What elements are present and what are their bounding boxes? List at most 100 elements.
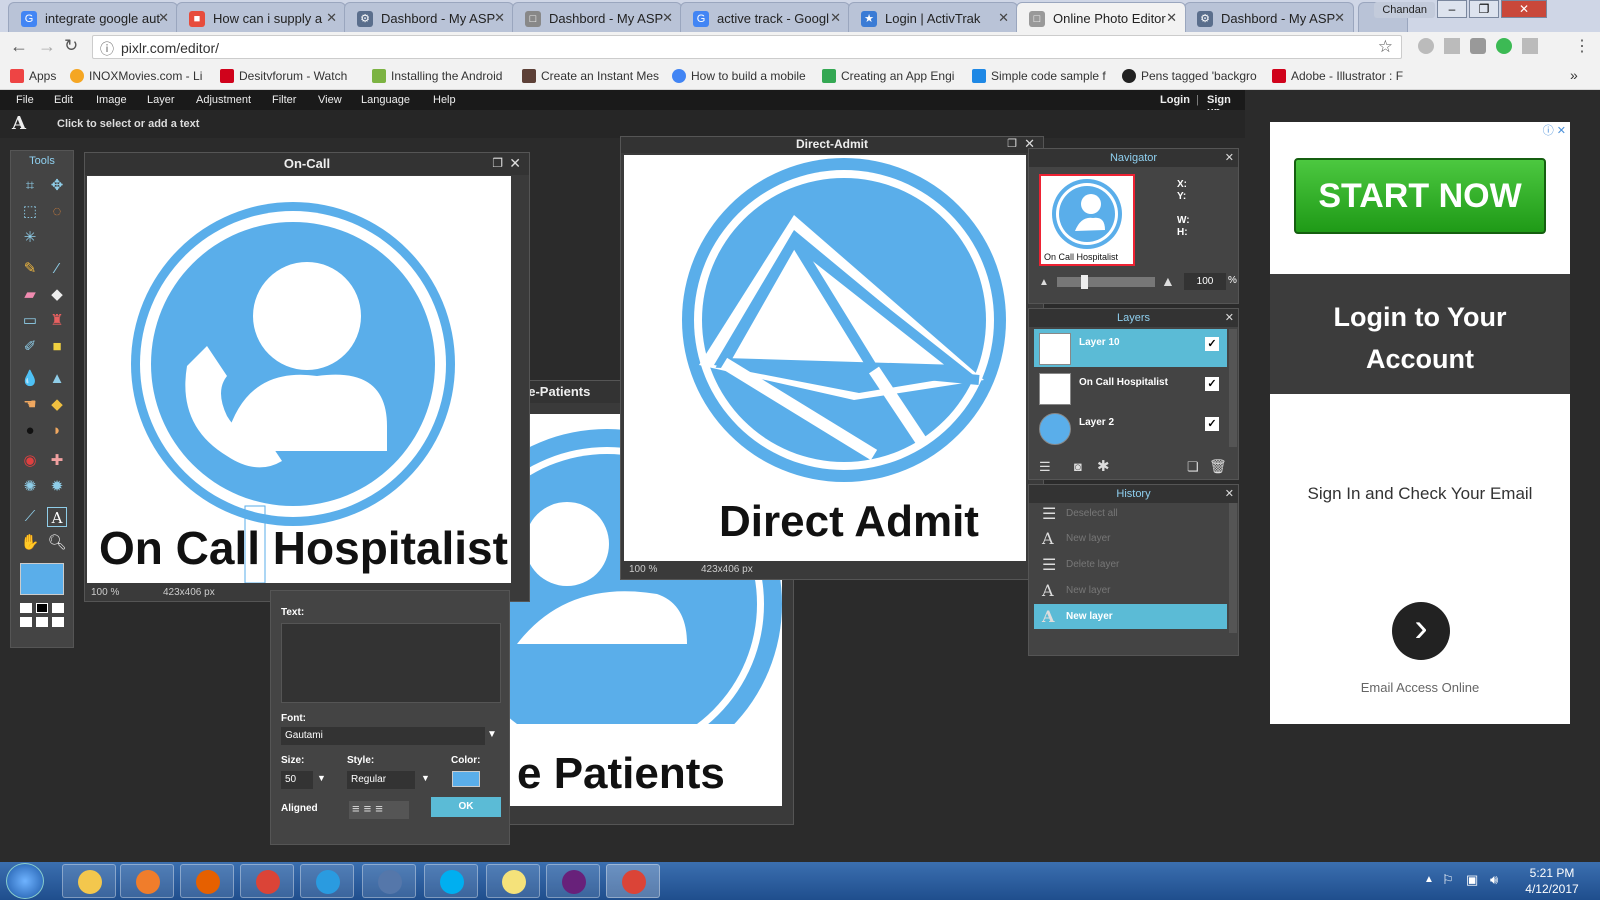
restore-icon[interactable]: ❐ <box>1007 137 1017 150</box>
layer-styles-icon[interactable]: ✱ <box>1097 457 1110 475</box>
drawing-icon[interactable]: ■ <box>47 337 67 357</box>
history-scrollbar[interactable] <box>1229 503 1237 633</box>
show-hidden-icons-icon[interactable]: ▲ <box>1424 874 1434 885</box>
zoom-input[interactable]: 100 <box>1184 273 1226 290</box>
close-icon[interactable]: ✕ <box>158 10 169 26</box>
zoom-readout[interactable]: 100 % <box>91 587 119 598</box>
close-icon[interactable]: ✕ <box>1225 149 1234 167</box>
zoom-out-icon[interactable]: ▲ <box>1039 277 1049 288</box>
more-bookmarks-icon[interactable]: » <box>1570 67 1578 83</box>
sharpen-icon[interactable]: ▲ <box>47 369 67 389</box>
new-layer-icon[interactable]: ❏ <box>1187 459 1199 475</box>
text-input[interactable] <box>281 623 501 703</box>
size-input[interactable]: 50 <box>281 771 313 789</box>
close-window-icon[interactable]: ✕ <box>1501 0 1547 18</box>
menu-language[interactable]: Language <box>361 94 410 106</box>
swap-colors-icon[interactable] <box>36 603 48 613</box>
browser-tab[interactable]: □ Dashbord - My ASP ✕ <box>512 2 682 32</box>
login-link[interactable]: Login <box>1160 94 1190 106</box>
action-center-icon[interactable]: ⚐ <box>1442 872 1454 888</box>
browser-tab[interactable]: ⚙ Dashbord - My ASP ✕ <box>344 2 514 32</box>
browser-tab[interactable]: ■ How can i supply a ✕ <box>176 2 346 32</box>
gradient-icon[interactable]: ▭ <box>20 311 40 331</box>
start-button[interactable] <box>6 863 44 899</box>
bookmark[interactable]: Creating an App Engi <box>822 69 954 83</box>
smudge-icon[interactable]: ☚ <box>20 395 40 415</box>
bookmark[interactable]: How to build a mobile <box>672 69 806 83</box>
align-right-icon[interactable]: ≡ <box>375 801 387 816</box>
minimize-icon[interactable]: – <box>1437 0 1467 18</box>
extension-globe-icon[interactable] <box>1418 38 1434 54</box>
close-icon[interactable]: ✕ <box>1225 309 1234 327</box>
extension-hangouts-icon[interactable] <box>1496 38 1512 54</box>
stamp-icon[interactable]: ♜ <box>47 311 67 331</box>
canvas-direct-admit[interactable]: Direct Admit <box>624 155 1026 561</box>
sponge-icon[interactable]: ◆ <box>47 395 67 415</box>
forward-icon[interactable]: → <box>38 36 56 57</box>
taskbar-icon-skype[interactable] <box>424 864 478 898</box>
profile-button[interactable]: Chandan <box>1374 2 1435 18</box>
hand-icon[interactable]: ✋ <box>20 533 40 553</box>
text-color-swatch[interactable] <box>452 771 480 787</box>
bookmark[interactable]: Simple code sample f <box>972 69 1106 83</box>
browser-tab[interactable]: Gactive track - Googl ✕ <box>680 2 850 32</box>
ok-button[interactable]: OK <box>431 797 501 817</box>
history-item[interactable]: ☰ Deselect all <box>1034 501 1227 526</box>
network-icon[interactable]: ▣ <box>1466 872 1478 888</box>
menu-help[interactable]: Help <box>433 94 456 106</box>
bookmark[interactable]: Pens tagged 'backgro <box>1122 69 1257 83</box>
bookmark[interactable]: Installing the Android <box>372 69 502 83</box>
taskbar-icon-media-player[interactable] <box>120 864 174 898</box>
browser-tab[interactable]: ⚙ Dashbord - My ASP ✕ <box>1184 2 1354 32</box>
menu-filter[interactable]: Filter <box>272 94 296 106</box>
close-icon[interactable]: ✕ <box>1166 10 1177 26</box>
zoom-readout[interactable]: 100 % <box>629 564 657 575</box>
close-icon[interactable]: ✕ <box>509 155 521 172</box>
marquee-icon[interactable]: ⬚ <box>20 202 40 222</box>
dodge-icon[interactable]: ◗ <box>47 421 67 441</box>
bloat-icon[interactable]: ✺ <box>20 477 40 497</box>
history-item[interactable]: A New layer <box>1034 526 1227 551</box>
delete-layer-icon[interactable]: 🗑︎ <box>1209 458 1227 475</box>
menu-icon[interactable]: ⋮ <box>1574 36 1590 56</box>
extension-g-icon[interactable] <box>1444 38 1460 54</box>
pencil-icon[interactable]: ✎ <box>20 259 40 279</box>
extension-camera-icon[interactable] <box>1470 38 1486 54</box>
move-icon[interactable]: ✥ <box>47 176 67 196</box>
brush-icon[interactable]: ⁄ <box>47 259 67 279</box>
menu-adjustment[interactable]: Adjustment <box>196 94 251 106</box>
close-icon[interactable]: ✕ <box>662 10 673 26</box>
chevron-down-icon[interactable]: ▼ <box>317 773 326 783</box>
spot-heal-icon[interactable]: ✚ <box>47 451 67 471</box>
align-left-icon[interactable]: ≡ <box>352 801 364 816</box>
back-icon[interactable]: ← <box>10 36 28 57</box>
layer-item[interactable]: Layer 10 ✓ <box>1034 329 1227 367</box>
menu-edit[interactable]: Edit <box>54 94 73 106</box>
taskbar-icon-network[interactable] <box>362 864 416 898</box>
bookmark[interactable]: Adobe - Illustrator : F <box>1272 69 1403 83</box>
chevron-down-icon[interactable]: ▼ <box>487 729 497 740</box>
zoom-slider[interactable] <box>1057 275 1155 289</box>
history-item[interactable]: ☰ Delete layer <box>1034 552 1227 577</box>
bookmark[interactable]: Desitvforum - Watch <box>220 69 347 83</box>
layer-item[interactable]: On Call Hospitalist ✓ <box>1034 369 1227 407</box>
visibility-checkbox[interactable]: ✓ <box>1205 417 1219 431</box>
volume-icon[interactable]: 🔊︎ <box>1490 872 1498 888</box>
chevron-down-icon[interactable]: ▼ <box>421 773 430 783</box>
menu-view[interactable]: View <box>318 94 342 106</box>
history-item-selected[interactable]: A New layer <box>1034 604 1227 629</box>
taskbar-icon-file-explorer[interactable] <box>62 864 116 898</box>
history-item[interactable]: A New layer <box>1034 578 1227 603</box>
layer-settings-icon[interactable]: ☰ <box>1039 459 1051 475</box>
mask-icon[interactable] <box>20 617 32 627</box>
zoom-in-icon[interactable]: ▲ <box>1161 273 1175 289</box>
color-mode-icon[interactable] <box>52 603 64 613</box>
layer-mask-icon[interactable]: ◙ <box>1074 459 1082 474</box>
taskbar-icon-chrome-active[interactable] <box>606 864 660 898</box>
taskbar-icon-firefox[interactable] <box>180 864 234 898</box>
mask-icon[interactable] <box>36 617 48 627</box>
reload-icon[interactable]: ↻ <box>64 36 78 56</box>
maximize-icon[interactable]: ❐ <box>1469 0 1499 18</box>
eraser-icon[interactable]: ▰ <box>20 285 40 305</box>
red-eye-icon[interactable]: ◉ <box>20 451 40 471</box>
